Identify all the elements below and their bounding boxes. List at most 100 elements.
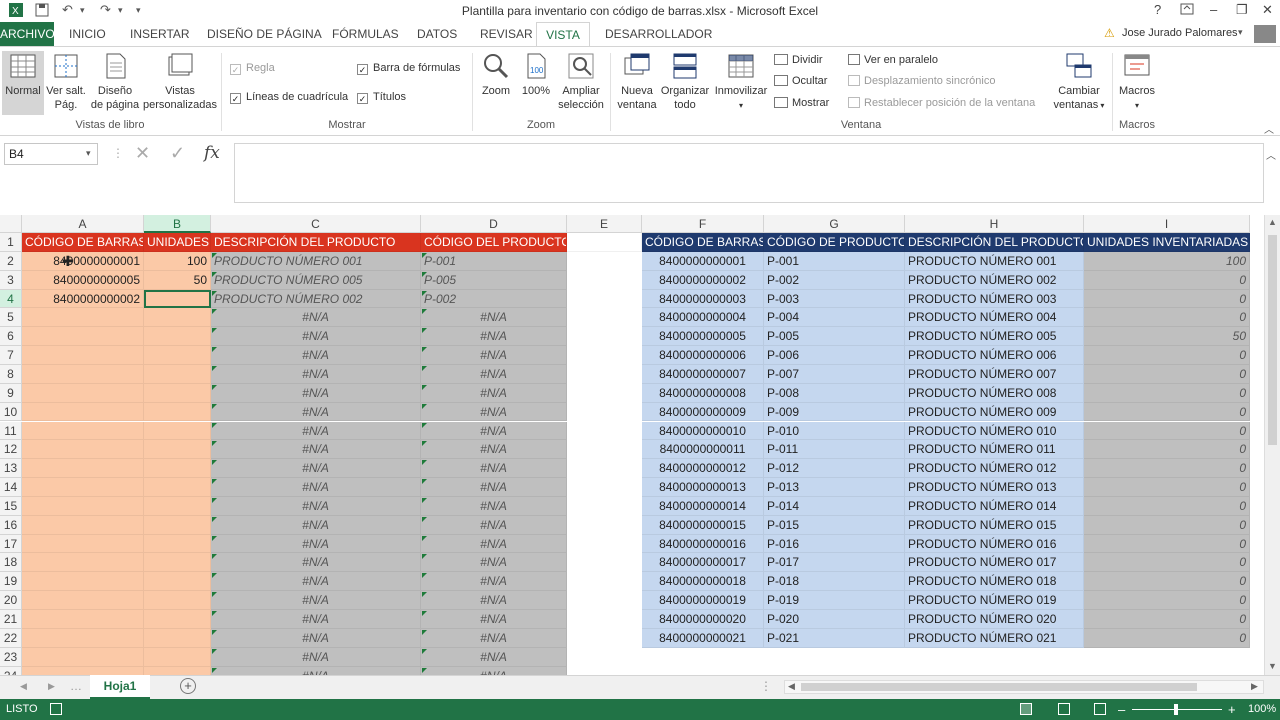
inventory-description-cell[interactable]: PRODUCTO NÚMERO 012	[905, 459, 1084, 479]
units-cell[interactable]	[144, 591, 211, 610]
product-code-cell[interactable]: P-001	[421, 251, 567, 271]
tab-datos[interactable]: DATOS	[411, 22, 463, 46]
row-header-19[interactable]: 19	[0, 572, 22, 592]
inventory-barcode-cell[interactable]: 8400000000012	[642, 459, 764, 479]
column-header-h[interactable]: H	[905, 215, 1084, 233]
inventory-units-cell[interactable]: 0	[1084, 383, 1250, 403]
barcode-cell[interactable]	[22, 647, 144, 667]
product-code-cell[interactable]: P-005	[421, 270, 567, 290]
barcode-cell[interactable]	[22, 591, 144, 610]
inventory-description-cell[interactable]: PRODUCTO NÚMERO 013	[905, 478, 1084, 497]
inventory-code-cell[interactable]: P-017	[764, 553, 905, 573]
product-code-na-cell[interactable]: #N/A	[421, 628, 567, 648]
gridlines-checkbox[interactable]: ✓ Líneas de cuadrícula	[230, 91, 348, 104]
product-code-na-cell[interactable]: #N/A	[421, 402, 567, 422]
inventory-description-cell[interactable]: PRODUCTO NÚMERO 009	[905, 402, 1084, 422]
inventory-description-cell[interactable]: PRODUCTO NÚMERO 019	[905, 591, 1084, 610]
name-box-dropdown-icon[interactable]: ▾	[86, 148, 91, 159]
inventory-units-cell[interactable]: 0	[1084, 459, 1250, 479]
inventory-code-cell[interactable]: P-013	[764, 478, 905, 497]
description-cell[interactable]: PRODUCTO NÚMERO 001	[211, 251, 421, 271]
add-sheet-button[interactable]: +	[180, 678, 196, 694]
inventory-code-cell[interactable]: P-001	[764, 251, 905, 271]
inventory-barcode-cell[interactable]: 8400000000021	[642, 628, 764, 648]
row-header-4[interactable]: 4	[0, 289, 22, 309]
inventory-barcode-cell[interactable]: 8400000000013	[642, 478, 764, 497]
inventory-barcode-cell[interactable]: 8400000000005	[642, 327, 764, 347]
row-header-2[interactable]: 2	[0, 251, 22, 271]
barcode-cell[interactable]	[22, 346, 144, 365]
barcode-cell[interactable]	[22, 515, 144, 535]
inventory-description-cell[interactable]: PRODUCTO NÚMERO 017	[905, 553, 1084, 573]
units-cell[interactable]	[144, 440, 211, 460]
description-na-cell[interactable]: #N/A	[211, 628, 421, 648]
horizontal-scroll-thumb[interactable]	[801, 683, 1197, 691]
inventory-description-cell[interactable]: PRODUCTO NÚMERO 001	[905, 251, 1084, 271]
vertical-scrollbar[interactable]: ▲ ▼	[1264, 215, 1280, 675]
zoom-in-button[interactable]: +	[1228, 699, 1236, 720]
inventory-units-cell[interactable]: 0	[1084, 572, 1250, 592]
product-code-na-cell[interactable]: #N/A	[421, 478, 567, 497]
side-by-side-button[interactable]: Ver en paralelo	[848, 54, 938, 67]
description-na-cell[interactable]: #N/A	[211, 440, 421, 460]
inventory-units-cell[interactable]: 0	[1084, 440, 1250, 460]
inventory-barcode-cell[interactable]: 8400000000018	[642, 572, 764, 592]
ribbon-options-icon[interactable]	[1180, 2, 1194, 19]
description-na-cell[interactable]: #N/A	[211, 478, 421, 497]
description-na-cell[interactable]: #N/A	[211, 327, 421, 347]
product-code-na-cell[interactable]: #N/A	[421, 666, 567, 675]
description-na-cell[interactable]: #N/A	[211, 666, 421, 675]
barcode-cell[interactable]: 8400000000001	[22, 251, 144, 271]
product-code-na-cell[interactable]: #N/A	[421, 572, 567, 592]
inventory-barcode-cell[interactable]: 8400000000001	[642, 251, 764, 271]
description-na-cell[interactable]: #N/A	[211, 459, 421, 479]
product-code-na-cell[interactable]: #N/A	[421, 647, 567, 667]
units-cell[interactable]	[144, 496, 211, 516]
headings-checkbox[interactable]: ✓ Títulos	[357, 91, 406, 104]
inventory-barcode-cell[interactable]: 8400000000006	[642, 346, 764, 365]
units-cell[interactable]	[144, 628, 211, 648]
header-cell[interactable]: CÓDIGO DE BARRAS	[22, 233, 144, 252]
column-header-a[interactable]: A	[22, 215, 144, 233]
header-cell[interactable]: CÓDIGO DE PRODUCTO	[764, 233, 905, 252]
units-cell[interactable]	[144, 364, 211, 384]
inventory-units-cell[interactable]: 0	[1084, 478, 1250, 497]
barcode-cell[interactable]	[22, 534, 144, 554]
help-icon[interactable]: ?	[1154, 2, 1161, 17]
collapse-ribbon-icon[interactable]: ︿	[1264, 121, 1274, 136]
description-na-cell[interactable]: #N/A	[211, 346, 421, 365]
barcode-cell[interactable]: 8400000000002	[22, 289, 144, 309]
inventory-code-cell[interactable]: P-005	[764, 327, 905, 347]
description-na-cell[interactable]: #N/A	[211, 534, 421, 554]
inventory-code-cell[interactable]: P-002	[764, 270, 905, 290]
barcode-cell[interactable]	[22, 666, 144, 675]
select-all-corner[interactable]	[0, 215, 22, 233]
sheet-tab-hoja1[interactable]: Hoja1	[90, 675, 150, 699]
inventory-units-cell[interactable]: 0	[1084, 515, 1250, 535]
inventory-barcode-cell[interactable]: 8400000000008	[642, 383, 764, 403]
inventory-description-cell[interactable]: PRODUCTO NÚMERO 015	[905, 515, 1084, 535]
cancel-icon[interactable]: ✕	[135, 143, 150, 164]
page-layout-view-button[interactable]: Diseño de página	[89, 51, 141, 112]
column-header-g[interactable]: G	[764, 215, 905, 233]
product-code-na-cell[interactable]: #N/A	[421, 327, 567, 347]
inventory-description-cell[interactable]: PRODUCTO NÚMERO 014	[905, 496, 1084, 516]
barcode-cell[interactable]	[22, 440, 144, 460]
inventory-barcode-cell[interactable]: 8400000000011	[642, 440, 764, 460]
description-na-cell[interactable]: #N/A	[211, 364, 421, 384]
enter-icon[interactable]: ✓	[170, 143, 185, 164]
name-box[interactable]: B4	[4, 143, 98, 165]
description-na-cell[interactable]: #N/A	[211, 496, 421, 516]
row-header-1[interactable]: 1	[0, 233, 22, 252]
inventory-description-cell[interactable]: PRODUCTO NÚMERO 016	[905, 534, 1084, 554]
vertical-scroll-thumb[interactable]	[1268, 235, 1277, 445]
user-dropdown-icon[interactable]: ▾	[1238, 27, 1243, 38]
product-code-na-cell[interactable]: #N/A	[421, 346, 567, 365]
inventory-units-cell[interactable]: 0	[1084, 496, 1250, 516]
inventory-barcode-cell[interactable]: 8400000000015	[642, 515, 764, 535]
prev-sheet-icon[interactable]: ◀	[20, 681, 27, 692]
inventory-description-cell[interactable]: PRODUCTO NÚMERO 010	[905, 421, 1084, 441]
units-cell[interactable]	[144, 421, 211, 441]
column-header-i[interactable]: I	[1084, 215, 1250, 233]
barcode-cell[interactable]	[22, 628, 144, 648]
